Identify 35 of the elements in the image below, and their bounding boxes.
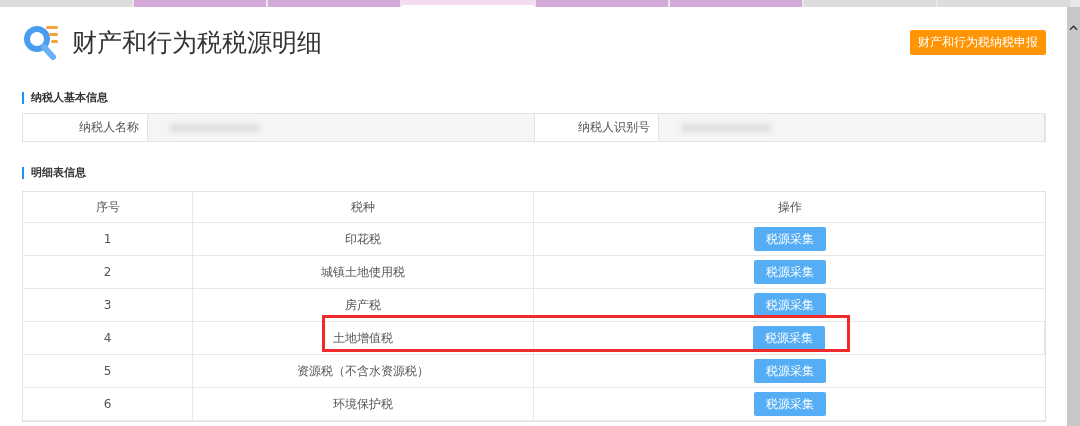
collect-button[interactable]: 税源采集: [753, 260, 826, 284]
table-cell: 土地增值税: [193, 322, 534, 354]
column-header: 税种: [193, 192, 534, 222]
collect-button[interactable]: 税源采集: [753, 227, 826, 251]
table-cell: 环境保护税: [193, 388, 534, 420]
column-header: 操作: [776, 198, 803, 216]
column-header: 序号: [23, 192, 193, 222]
table-cell: 印花税: [193, 223, 534, 255]
table-cell: 3: [23, 289, 193, 321]
browser-tab[interactable]: [938, 0, 1070, 7]
collect-button[interactable]: 税源采集: [753, 326, 825, 350]
section-heading: 明细表信息: [22, 167, 1046, 179]
browser-tab[interactable]: [536, 0, 668, 7]
browser-tab[interactable]: [402, 0, 534, 7]
browser-tab[interactable]: [670, 0, 802, 7]
table-cell: 6: [23, 388, 193, 420]
collect-button[interactable]: 税源采集: [753, 392, 826, 416]
table-cell: 2: [23, 256, 193, 288]
browser-tab[interactable]: [804, 0, 936, 7]
browser-tab[interactable]: [0, 0, 132, 7]
page-title: 财产和行为税税源明细: [72, 26, 322, 59]
scrollbar[interactable]: [1067, 7, 1080, 426]
table-cell: 资源税（不含水资源税）: [193, 355, 534, 387]
table-cell: 城镇土地使用税: [193, 256, 534, 288]
table-cell: 4: [23, 322, 193, 354]
table-cell: 5: [23, 355, 193, 387]
table-cell: 1: [23, 223, 193, 255]
collect-button[interactable]: 税源采集: [753, 293, 826, 317]
scroll-up-icon[interactable]: [1069, 25, 1078, 31]
declare-button[interactable]: 财产和行为税纳税申报: [910, 29, 1046, 55]
collect-button[interactable]: 税源采集: [753, 359, 826, 383]
browser-tab[interactable]: [134, 0, 266, 7]
section-heading: 纳税人基本信息: [22, 92, 1046, 104]
browser-tab[interactable]: [268, 0, 400, 7]
table-cell: 房产税: [193, 289, 534, 321]
